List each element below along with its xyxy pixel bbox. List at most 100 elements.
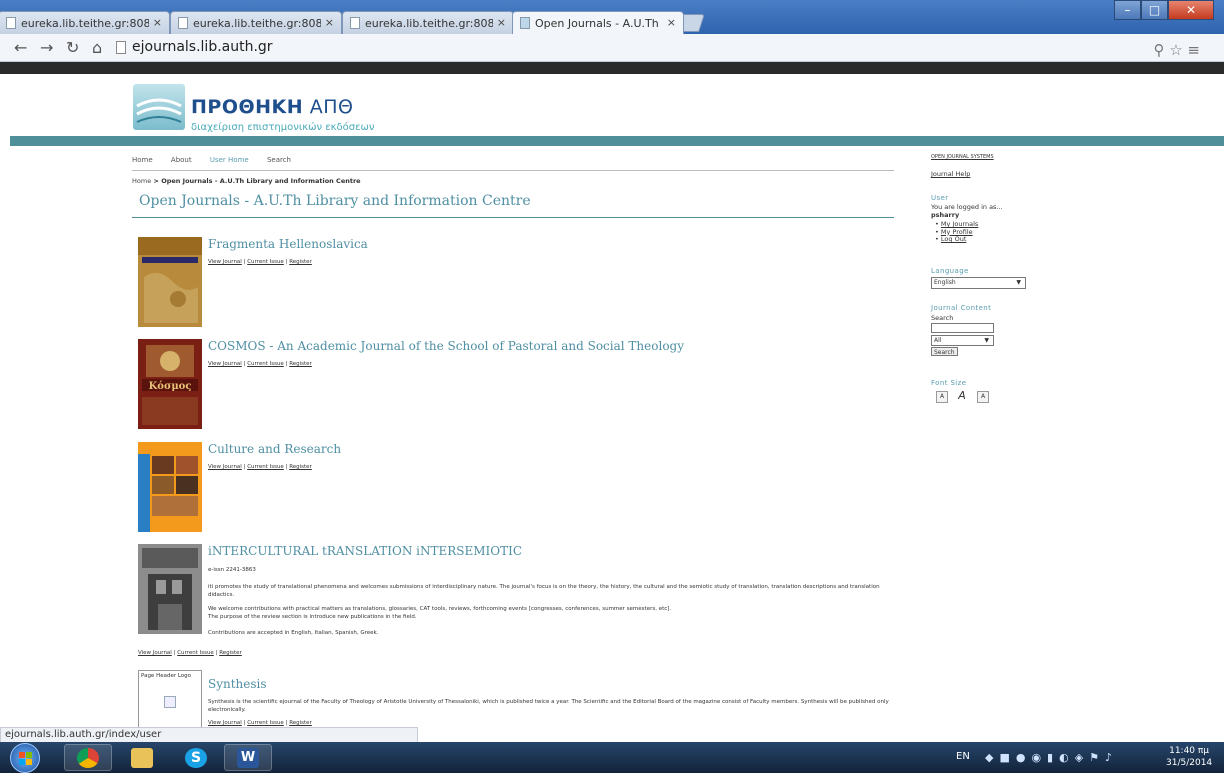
window-controls: – □ ✕ [1114, 0, 1214, 20]
logout-link[interactable]: Log Out [941, 235, 966, 243]
forward-arrow-icon[interactable]: → [40, 38, 53, 57]
maximize-button[interactable]: □ [1141, 0, 1168, 20]
view-journal-link[interactable]: View Journal [208, 259, 242, 265]
view-journal-link[interactable]: View Journal [208, 720, 242, 726]
current-issue-link[interactable]: Current Issue [247, 464, 284, 470]
taskbar-skype[interactable]: S [172, 744, 220, 771]
current-issue-link[interactable]: Current Issue [177, 650, 214, 656]
broken-image-icon [164, 696, 176, 708]
nav-search[interactable]: Search [267, 156, 291, 164]
breadcrumb-home[interactable]: Home [132, 177, 151, 185]
start-button[interactable] [10, 743, 40, 773]
journal-item: Κόσμος COSMOS - An Academic Journal of t… [138, 339, 898, 431]
register-link[interactable]: Register [289, 720, 312, 726]
windows-logo-icon [19, 752, 32, 765]
ojs-link[interactable]: OPEN JOURNAL SYSTEMS [931, 154, 994, 160]
close-tab-icon[interactable]: × [497, 16, 506, 29]
browser-toolbar: ← → ↻ ⌂ ejournals.lib.auth.gr ⚲ ☆ ≡ [0, 34, 1224, 62]
clock[interactable]: 11:40 πμ 31/5/2014 [1166, 745, 1212, 769]
browser-tab-active[interactable]: Open Journals - A.U.Th Lib × [512, 11, 684, 34]
current-issue-link[interactable]: Current Issue [247, 720, 284, 726]
close-tab-icon[interactable]: × [153, 16, 162, 29]
font-medium-button[interactable]: A [956, 390, 968, 403]
font-large-button[interactable]: A [977, 391, 989, 403]
logo-title-suffix: ΑΠΘ [303, 96, 354, 118]
journal-title[interactable]: Synthesis [208, 677, 267, 691]
clock-time: 11:40 πμ [1169, 746, 1210, 756]
username: psharry [931, 211, 960, 219]
nav-about[interactable]: About [171, 156, 192, 164]
breadcrumb: Home > Open Journals - A.U.Th Library an… [132, 177, 361, 185]
journal-title[interactable]: Fragmenta Hellenoslavica [208, 237, 368, 251]
current-issue-link[interactable]: Current Issue [247, 259, 284, 265]
journal-links: View Journal | Current Issue | Register [208, 464, 312, 470]
folder-icon [131, 748, 153, 768]
font-small-button[interactable]: A [936, 391, 948, 403]
journal-description: Contributions are accepted in English, I… [208, 630, 379, 636]
home-icon[interactable]: ⌂ [92, 38, 102, 57]
view-journal-link[interactable]: View Journal [208, 464, 242, 470]
dropdown-arrow-icon: ▼ [984, 337, 989, 344]
current-issue-link[interactable]: Current Issue [247, 361, 284, 367]
language-indicator[interactable]: EN [956, 751, 970, 762]
browser-tab-strip: eureka.lib.teithe.gr:8080/b × eureka.lib… [0, 0, 1224, 34]
language-heading: Language [931, 267, 969, 275]
journal-cover-image[interactable] [138, 442, 202, 532]
nav-user-home[interactable]: User Home [210, 156, 249, 164]
journal-description: We welcome contributions with practical … [208, 606, 672, 612]
reload-icon[interactable]: ↻ [66, 38, 79, 57]
journal-cover-image[interactable]: Κόσμος [138, 339, 202, 429]
breadcrumb-current[interactable]: Open Journals - A.U.Th Library and Infor… [161, 177, 360, 185]
taskbar-explorer[interactable] [118, 744, 166, 771]
nav-divider [132, 170, 894, 171]
taskbar-chrome[interactable] [64, 744, 112, 771]
journal-issn: e-issn 2241-3863 [208, 567, 256, 573]
close-tab-icon[interactable]: × [667, 16, 676, 29]
journal-title[interactable]: COSMOS - An Academic Journal of the Scho… [208, 339, 684, 353]
browser-tab-2[interactable]: eureka.lib.teithe.gr:8080/b × [170, 11, 342, 34]
site-logo[interactable]: ΠΡΟΘΗΚΗ ΑΠΘ διαχείριση επιστημονικών εκδ… [133, 84, 433, 134]
journal-description: iti promotes the study of translational … [208, 584, 880, 598]
close-tab-icon[interactable]: × [325, 16, 334, 29]
view-journal-link[interactable]: View Journal [208, 361, 242, 367]
journal-help-link[interactable]: Journal Help [931, 170, 970, 178]
browser-tab-1[interactable]: eureka.lib.teithe.gr:8080/b × [0, 11, 170, 34]
page-title: Open Journals - A.U.Th Library and Infor… [139, 193, 531, 209]
search-scope-select[interactable]: All ▼ [931, 335, 994, 346]
register-link[interactable]: Register [289, 259, 312, 265]
journal-title[interactable]: Culture and Research [208, 442, 341, 456]
search-input[interactable] [931, 323, 994, 333]
book-logo-icon [133, 84, 185, 130]
system-tray-icons[interactable]: ◆■●◉▮◐◈⚑♪ [985, 751, 1118, 764]
journal-cover-image[interactable] [138, 237, 202, 327]
register-link[interactable]: Register [289, 361, 312, 367]
logged-in-text: You are logged in as... [931, 203, 1003, 211]
taskbar-word[interactable]: W [224, 744, 272, 771]
journal-title[interactable]: iNTERCULTURAL tRANSLATION iNTERSEMIOTIC [208, 544, 522, 558]
close-window-button[interactable]: ✕ [1168, 0, 1214, 20]
back-arrow-icon[interactable]: ← [14, 38, 27, 57]
journal-links: View Journal | Current Issue | Register [208, 361, 312, 367]
journal-content-heading: Journal Content [931, 304, 992, 312]
journal-links: View Journal | Current Issue | Register [138, 650, 242, 656]
document-icon [178, 17, 188, 29]
font-size-heading: Font Size [931, 379, 967, 387]
logo-title: ΠΡΟΘΗΚΗ [191, 96, 304, 118]
minimize-button[interactable]: – [1114, 0, 1141, 20]
view-journal-link[interactable]: View Journal [138, 650, 172, 656]
page-top-strip [0, 62, 1224, 74]
zoom-star-icons[interactable]: ⚲ ☆ ≡ [1153, 41, 1200, 59]
nav-home[interactable]: Home [132, 156, 153, 164]
skype-icon: S [185, 748, 207, 768]
journal-logo-placeholder[interactable]: Page Header Logo [138, 670, 202, 730]
journal-item: Fragmenta Hellenoslavica View Journal | … [138, 237, 898, 329]
address-bar[interactable]: ejournals.lib.auth.gr ⚲ ☆ ≡ [112, 37, 1202, 59]
header-divider [10, 136, 1224, 146]
register-link[interactable]: Register [219, 650, 242, 656]
title-divider [132, 217, 894, 218]
register-link[interactable]: Register [289, 464, 312, 470]
journal-cover-image[interactable] [138, 544, 202, 634]
search-button[interactable]: Search [931, 347, 958, 356]
browser-tab-3[interactable]: eureka.lib.teithe.gr:8080/b × [342, 11, 514, 34]
language-select[interactable]: English ▼ [931, 277, 1026, 289]
